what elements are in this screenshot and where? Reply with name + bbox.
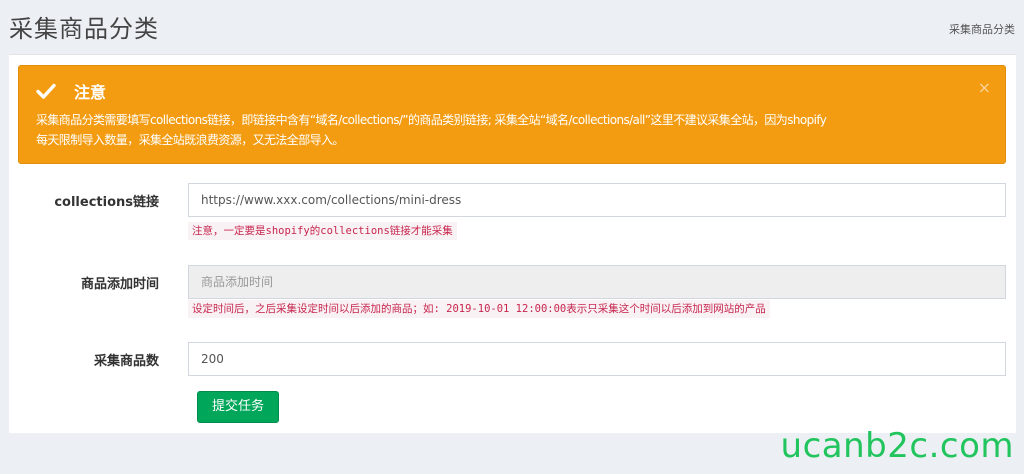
- submit-task-button[interactable]: 提交任务: [197, 391, 279, 423]
- add-time-help: 设定时间后，之后采集设定时间以后添加的商品；如: 2019-10-01 12:0…: [188, 300, 770, 318]
- warning-alert: 注意 × 采集商品分类需要填写collections链接，即链接中含有“域名/c…: [18, 65, 1006, 164]
- alert-message: 采集商品分类需要填写collections链接，即链接中含有“域名/collec…: [36, 110, 986, 150]
- alert-message-line: 每天限制导入数量，采集全站既浪费资源，又无法全部导入。: [36, 133, 344, 147]
- alert-header: 注意: [36, 80, 106, 102]
- check-icon: [36, 83, 56, 99]
- count-label: 采集商品数: [93, 354, 159, 369]
- alert-title: 注意: [74, 83, 107, 102]
- alert-message-line: 采集商品分类需要填写collections链接，即链接中含有“域名/collec…: [36, 113, 827, 127]
- add-time-label: 商品添加时间: [80, 277, 159, 292]
- close-icon[interactable]: ×: [978, 80, 991, 96]
- watermark: ucanb2c.com: [780, 426, 1014, 466]
- main-box: 注意 × 采集商品分类需要填写collections链接，即链接中含有“域名/c…: [9, 54, 1016, 433]
- collections-input[interactable]: https://www.xxx.com/collections/mini-dre…: [188, 183, 1006, 217]
- page-header: 采集商品分类 采集商品分类: [0, 0, 1024, 50]
- collections-help: 注意，一定要是shopify的collections链接才能采集: [188, 222, 457, 240]
- breadcrumb[interactable]: 采集商品分类: [949, 21, 1015, 37]
- collections-label: collections链接: [54, 195, 159, 210]
- page-title: 采集商品分类: [9, 15, 159, 43]
- add-time-input[interactable]: 商品添加时间: [188, 265, 1006, 299]
- count-input[interactable]: 200: [188, 342, 1006, 376]
